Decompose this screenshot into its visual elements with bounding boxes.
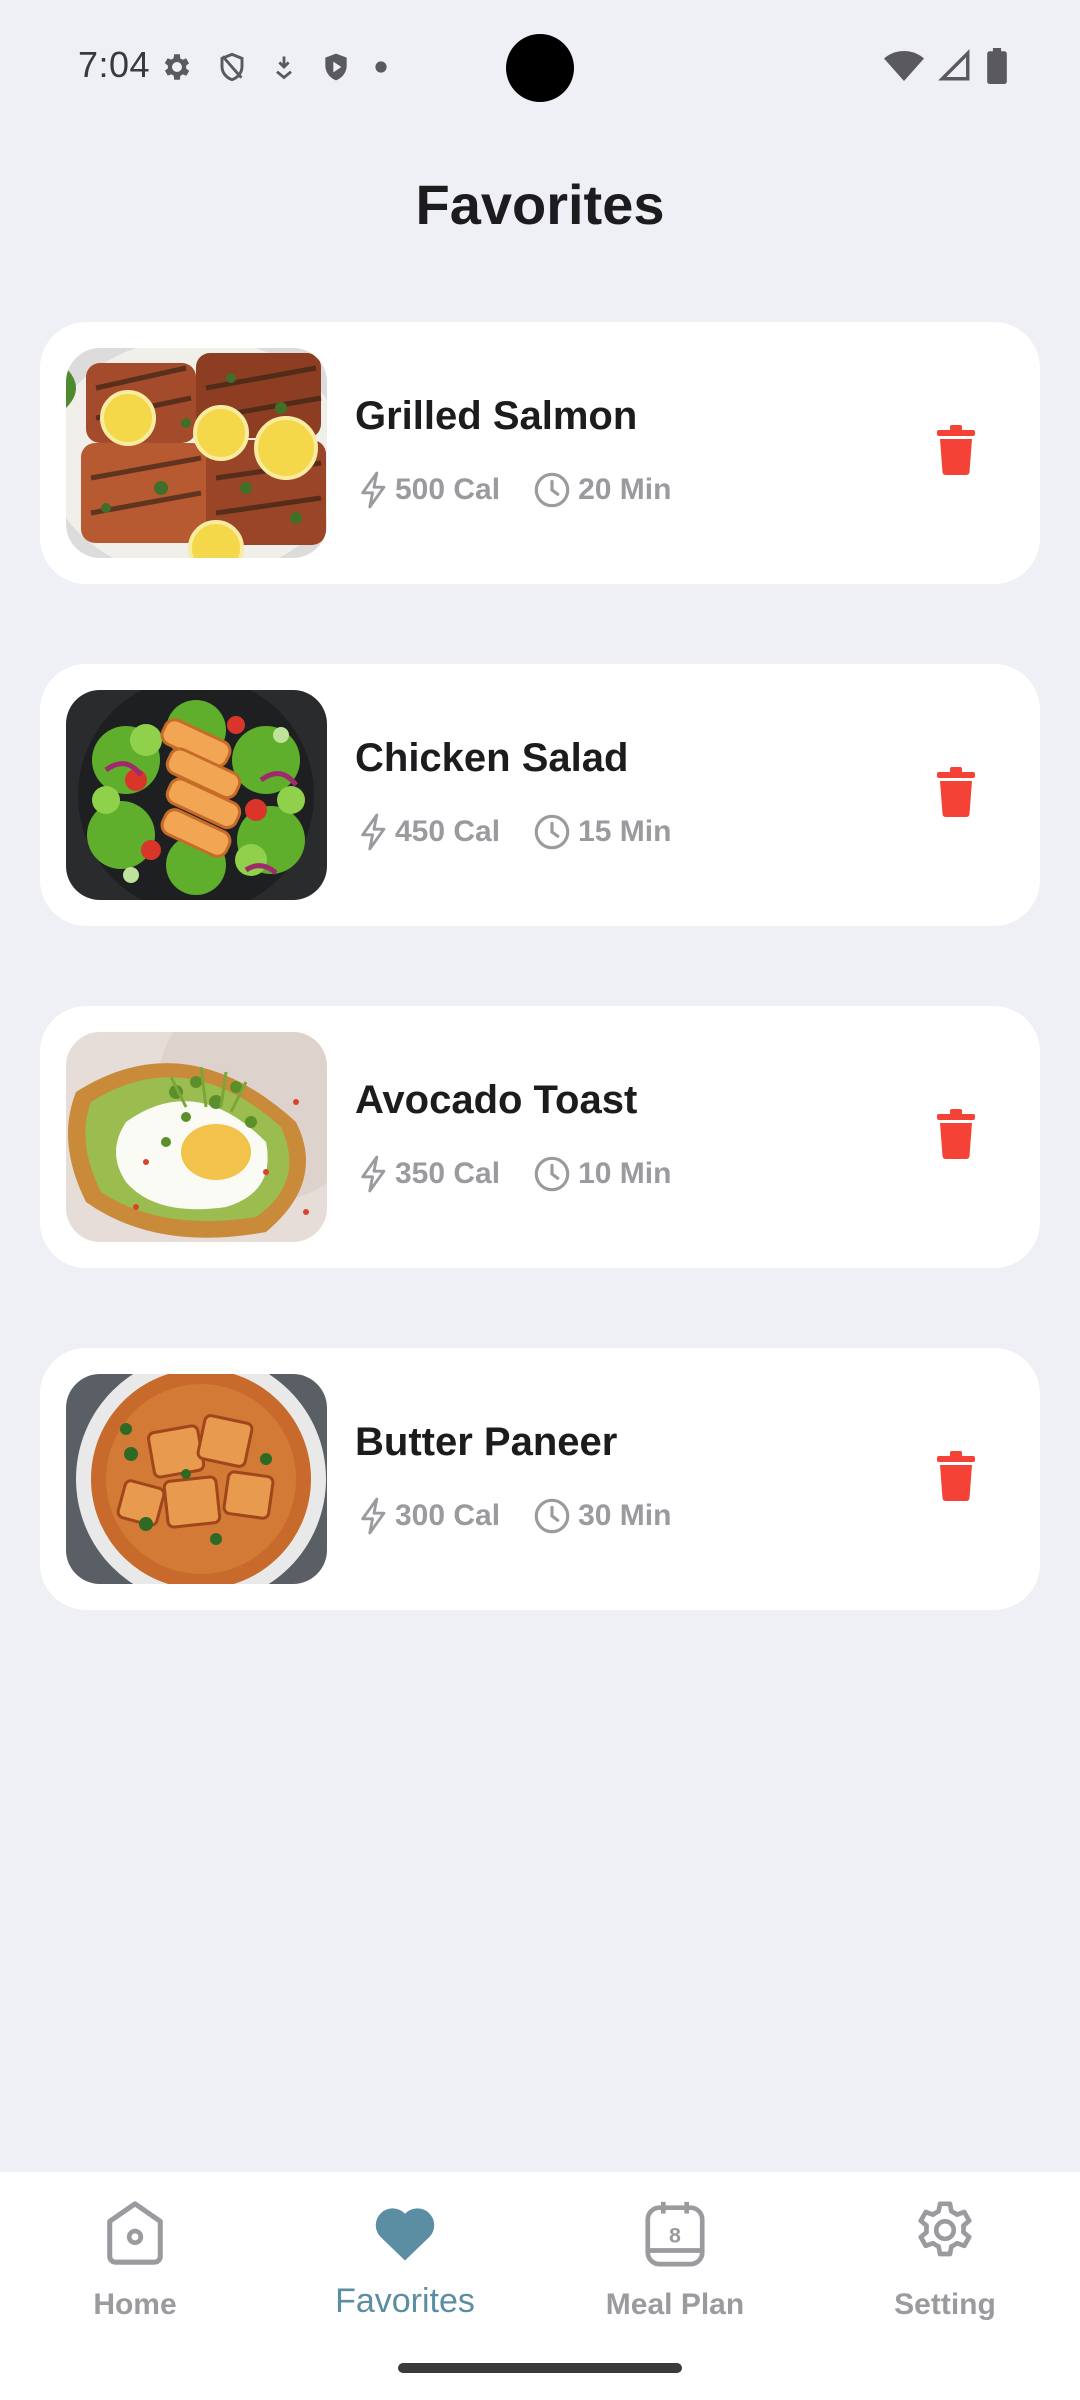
- time-value: 15 Min: [578, 815, 672, 848]
- clock-icon: [534, 814, 570, 850]
- avocado-toast-image: [66, 1032, 327, 1242]
- delete-button[interactable]: [920, 1440, 992, 1512]
- nav-label: Setting: [894, 2288, 996, 2321]
- favorite-card[interactable]: Chicken Salad 450 Cal 15 Min: [40, 664, 1040, 926]
- bolt-icon: [361, 471, 386, 509]
- clock-icon: [534, 1498, 570, 1534]
- time-value: 30 Min: [578, 1499, 672, 1532]
- calendar-icon: 8: [643, 2194, 707, 2272]
- recipe-meta: 300 Cal 30 Min: [357, 1496, 671, 1536]
- nav-favorites[interactable]: Favorites: [305, 2194, 505, 2321]
- nav-home[interactable]: Home: [35, 2194, 235, 2322]
- signal-icon: [938, 49, 970, 81]
- calories-value: 350 Cal: [395, 1157, 501, 1190]
- favorite-card[interactable]: Butter Paneer 300 Cal 30 Min: [40, 1348, 1040, 1610]
- nav-label: Meal Plan: [605, 2288, 745, 2321]
- cook-time: 20 Min: [530, 470, 671, 510]
- calories-value: 500 Cal: [395, 473, 501, 506]
- status-icons-right: [884, 48, 1008, 84]
- recipe-meta: 350 Cal 10 Min: [357, 1154, 671, 1194]
- favorites-list: Grilled Salmon 500 Cal 20 Min Chicken Sa…: [40, 322, 1040, 1690]
- status-icons-left: [160, 50, 388, 84]
- play-protect-icon: [325, 53, 347, 81]
- home-icon: [100, 2194, 170, 2272]
- recipe-meta: 500 Cal 20 Min: [357, 470, 671, 510]
- calories-value: 450 Cal: [395, 815, 501, 848]
- wifi-icon: [884, 51, 924, 81]
- bolt-icon: [361, 813, 386, 851]
- cook-time: 10 Min: [530, 1154, 671, 1194]
- heart-icon: [372, 2194, 438, 2272]
- delete-button[interactable]: [920, 756, 992, 828]
- status-time: 7:04: [78, 44, 151, 85]
- clock-icon: [534, 472, 570, 508]
- favorite-card[interactable]: Avocado Toast 350 Cal 10 Min: [40, 1006, 1040, 1268]
- trash-icon: [937, 425, 975, 475]
- chicken-salad-image: [66, 690, 327, 900]
- calories: 300 Cal: [357, 1496, 500, 1536]
- bolt-icon: [361, 1497, 386, 1535]
- bolt-icon: [361, 1155, 386, 1193]
- time-value: 20 Min: [578, 473, 672, 506]
- recipe-name: Butter Paneer: [355, 1420, 618, 1464]
- nav-label: Favorites: [335, 2282, 475, 2320]
- cook-time: 30 Min: [530, 1496, 671, 1536]
- download-icon: [276, 56, 292, 80]
- nav-meal-plan[interactable]: 8 Meal Plan: [575, 2194, 775, 2322]
- trash-icon: [937, 767, 975, 817]
- shield-icon: [220, 52, 244, 82]
- calories-value: 300 Cal: [395, 1499, 501, 1532]
- status-bar: 7:04: [0, 0, 1080, 135]
- calories: 500 Cal: [357, 470, 500, 510]
- page-title: Favorites: [415, 173, 665, 236]
- delete-button[interactable]: [920, 1098, 992, 1170]
- grilled-salmon-image: [66, 348, 327, 558]
- dot-icon: [375, 61, 387, 73]
- delete-button[interactable]: [920, 414, 992, 486]
- settings-icon: [164, 54, 190, 80]
- butter-paneer-image: [66, 1374, 327, 1584]
- gear-icon: [910, 2194, 980, 2272]
- calendar-day: 8: [669, 2224, 681, 2248]
- home-indicator[interactable]: [398, 2363, 682, 2373]
- cook-time: 15 Min: [530, 812, 671, 852]
- time-value: 10 Min: [578, 1157, 672, 1190]
- favorite-card[interactable]: Grilled Salmon 500 Cal 20 Min: [40, 322, 1040, 584]
- trash-icon: [937, 1451, 975, 1501]
- recipe-meta: 450 Cal 15 Min: [357, 812, 671, 852]
- nav-label: Home: [93, 2288, 177, 2321]
- recipe-name: Chicken Salad: [355, 736, 629, 780]
- clock-icon: [534, 1156, 570, 1192]
- favorites-screen: 7:04 Favorites Grilled Salmon 500 Cal 20…: [0, 0, 1080, 2400]
- trash-icon: [937, 1109, 975, 1159]
- calories: 450 Cal: [357, 812, 500, 852]
- battery-icon: [987, 48, 1007, 84]
- calories: 350 Cal: [357, 1154, 500, 1194]
- nav-setting[interactable]: Setting: [845, 2194, 1045, 2322]
- camera-cutout: [506, 34, 574, 102]
- recipe-name: Grilled Salmon: [355, 394, 638, 438]
- recipe-name: Avocado Toast: [355, 1078, 638, 1122]
